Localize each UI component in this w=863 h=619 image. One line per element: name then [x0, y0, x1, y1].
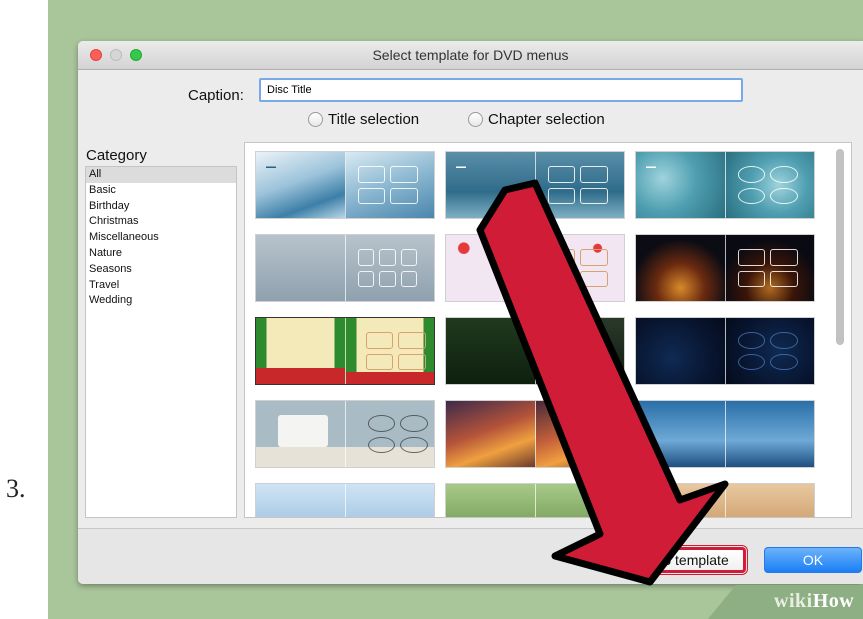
no-template-button[interactable]: No template — [634, 545, 748, 575]
template-thumbnail[interactable] — [636, 318, 814, 384]
template-thumbnail[interactable] — [446, 235, 624, 301]
category-heading: Category — [86, 147, 147, 164]
template-thumbnail[interactable] — [256, 235, 434, 301]
step-number: 3. — [6, 474, 26, 503]
template-thumbnail[interactable] — [256, 401, 434, 467]
caption-label: Caption: — [188, 87, 244, 104]
template-thumbnail[interactable] — [256, 484, 434, 517]
template-thumbnail[interactable] — [446, 401, 624, 467]
template-thumbnail[interactable] — [636, 401, 814, 467]
category-list[interactable]: All Basic Birthday Christmas Miscellaneo… — [85, 166, 237, 518]
title-bar[interactable]: Select template for DVD menus — [78, 41, 863, 70]
template-thumbnail[interactable] — [636, 484, 814, 517]
watermark-part-how: How — [812, 590, 855, 612]
title-selection-label: Title selection — [328, 111, 420, 128]
template-thumbnail[interactable] — [636, 235, 814, 301]
category-item-wedding[interactable]: Wedding — [86, 293, 236, 309]
template-dialog: Select template for DVD menus Caption: T… — [78, 41, 863, 584]
category-item-seasons[interactable]: Seasons — [86, 262, 236, 278]
category-item-travel[interactable]: Travel — [86, 278, 236, 294]
wikihow-watermark: wikiHow — [774, 590, 854, 613]
category-item-christmas[interactable]: Christmas — [86, 214, 236, 230]
template-grid: ▬▬ ▬▬ ▬▬ — [244, 142, 852, 518]
template-thumbnail[interactable]: ▬▬ — [636, 152, 814, 218]
chapter-selection-radio[interactable]: Chapter selection — [468, 111, 605, 128]
title-selection-radio[interactable]: Title selection — [308, 111, 419, 128]
category-item-basic[interactable]: Basic — [86, 183, 236, 199]
template-thumbnail[interactable] — [446, 318, 624, 384]
template-thumbnail[interactable] — [256, 318, 434, 384]
category-item-nature[interactable]: Nature — [86, 246, 236, 262]
template-thumbnail[interactable] — [446, 484, 624, 517]
radio-circle-icon[interactable] — [308, 112, 323, 127]
chapter-selection-label: Chapter selection — [488, 111, 605, 128]
template-thumbnail[interactable]: ▬▬ — [446, 152, 624, 218]
watermark-part-wiki: wiki — [774, 590, 813, 612]
screenshot-frame: Select template for DVD menus Caption: T… — [48, 0, 863, 619]
window-title: Select template for DVD menus — [372, 47, 569, 63]
category-item-miscellaneous[interactable]: Miscellaneous — [86, 230, 236, 246]
category-item-all[interactable]: All — [86, 167, 236, 183]
grid-scrollbar-thumb[interactable] — [836, 149, 844, 345]
radio-circle-icon[interactable] — [468, 112, 483, 127]
caption-input[interactable] — [259, 78, 743, 102]
category-item-birthday[interactable]: Birthday — [86, 199, 236, 215]
template-thumbnail[interactable]: ▬▬ — [256, 152, 434, 218]
ok-button[interactable]: OK — [764, 547, 862, 573]
